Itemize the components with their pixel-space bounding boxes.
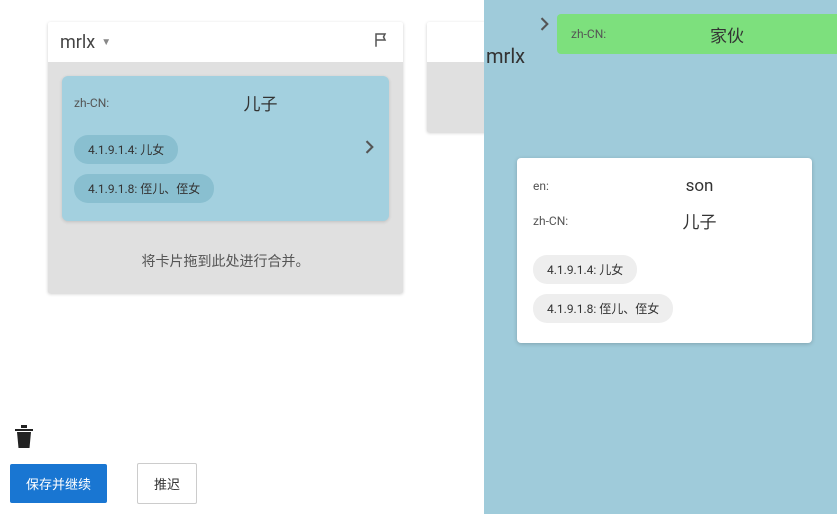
right-pane: zh-CN: 家伙 mrlx en:sonzh-CN:儿子 4.1.9.1.4:… bbox=[484, 0, 837, 514]
chip[interactable]: 4.1.9.1.8: 侄儿、侄女 bbox=[74, 174, 214, 203]
chip[interactable]: 4.1.9.1.8: 侄儿、侄女 bbox=[533, 294, 673, 323]
lang-value: son bbox=[603, 176, 796, 196]
right-top: zh-CN: 家伙 mrlx bbox=[484, 0, 837, 60]
lang-value: 儿子 bbox=[144, 90, 377, 115]
lang-label: en: bbox=[533, 179, 603, 193]
white-card[interactable]: en:son zh-CN:儿子 4.1.9.1.4: 儿女 4.1.9.1.8: 侄… bbox=[517, 158, 812, 343]
flag-icon[interactable] bbox=[373, 31, 391, 53]
blue-card[interactable]: zh-CN: 儿子 4.1.9.1.4: 儿女 4.1.9.1.8: 侄儿、侄女 bbox=[62, 76, 389, 221]
lang-row: en:son bbox=[533, 176, 796, 196]
lang-row: zh-CN:儿子 bbox=[533, 208, 796, 233]
drop-hint-text: 将卡片拖到此处进行合并。 bbox=[48, 235, 403, 293]
left-pane: mrlx ▼ zh-CN: 儿子 4.1.9.1.4: 儿女 4.1.9.1.8:… bbox=[0, 0, 484, 514]
lang-label: zh-CN: bbox=[533, 214, 603, 228]
chevron-right-icon[interactable] bbox=[534, 14, 554, 38]
right-username: mrlx bbox=[486, 44, 525, 68]
chip[interactable]: 4.1.9.1.4: 儿女 bbox=[533, 255, 637, 284]
merge-header: mrlx ▼ bbox=[48, 22, 403, 62]
lang-label: zh-CN: bbox=[571, 27, 631, 41]
green-card[interactable]: zh-CN: 家伙 bbox=[557, 14, 837, 54]
merge-area: mrlx ▼ zh-CN: 儿子 4.1.9.1.4: 儿女 4.1.9.1.8:… bbox=[48, 22, 403, 293]
defer-button[interactable]: 推迟 bbox=[137, 463, 197, 504]
trash-icon[interactable] bbox=[12, 422, 36, 454]
lang-value: 家伙 bbox=[631, 22, 823, 47]
username-dropdown[interactable]: mrlx bbox=[60, 32, 95, 53]
save-continue-button[interactable]: 保存并继续 bbox=[10, 464, 107, 503]
dropdown-caret-icon[interactable]: ▼ bbox=[101, 37, 111, 48]
lang-row: zh-CN: 儿子 bbox=[74, 90, 377, 115]
chip[interactable]: 4.1.9.1.4: 儿女 bbox=[74, 135, 178, 164]
lang-value: 儿子 bbox=[603, 208, 796, 233]
lang-label: zh-CN: bbox=[74, 96, 144, 110]
bottom-bar: 保存并继续 推迟 bbox=[0, 453, 207, 514]
chevron-right-icon[interactable] bbox=[359, 137, 379, 161]
